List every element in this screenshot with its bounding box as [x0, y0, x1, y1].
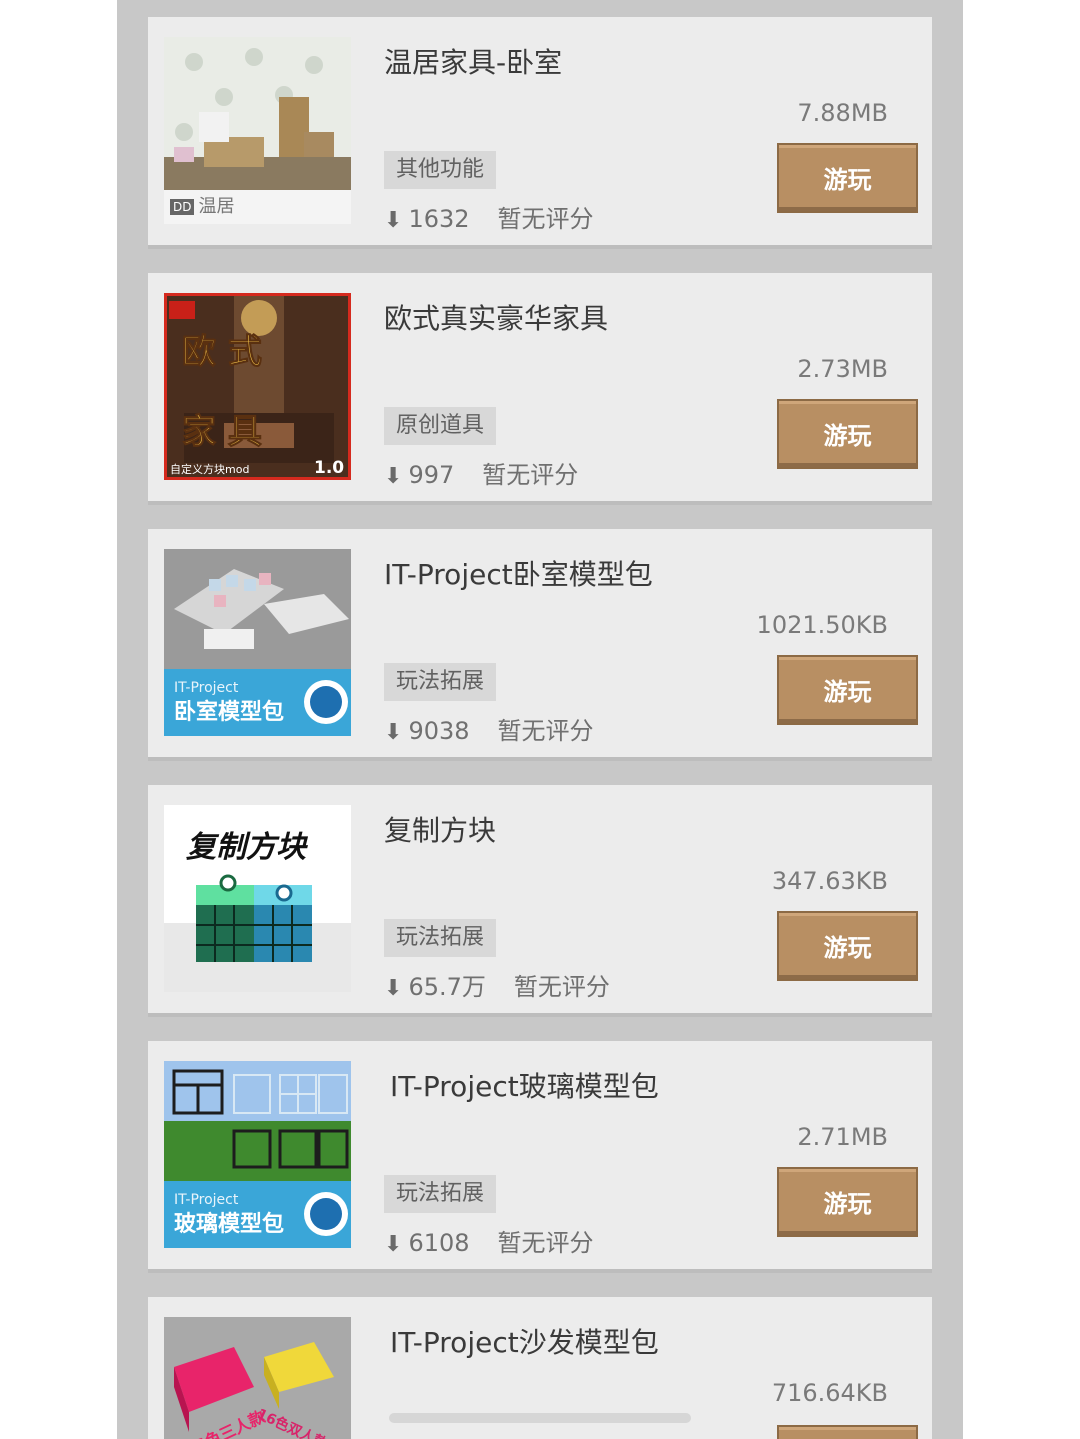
- category-tag: 玩法拓展: [384, 919, 497, 957]
- list-item[interactable]: DD 温居 温居家具-卧室 7.88MB 其他功能 ⬇ 1632 暂无评分 游玩: [148, 17, 932, 249]
- mod-stats: ⬇ 65.7万 暂无评分: [384, 967, 610, 1002]
- mod-stats: ⬇ 1632 暂无评分: [384, 199, 594, 234]
- horizontal-scrollbar[interactable]: [389, 1413, 691, 1423]
- thumb-label: 玻璃模型包: [174, 1211, 284, 1237]
- download-count: 9038: [408, 717, 470, 745]
- mod-size: 2.71MB: [797, 1123, 888, 1151]
- mod-size: 716.64KB: [771, 1379, 888, 1407]
- list-item[interactable]: 复制方块 复制方块 347.63KB 玩法拓展 ⬇ 65.7万 暂无评分 游玩: [148, 785, 932, 1017]
- sofa-model-pack-image: 16色三人款 16色双人款: [164, 1317, 351, 1439]
- thumb-text-bottom: 家 具: [182, 412, 262, 452]
- thumb-label: 复制方块: [186, 830, 309, 865]
- european-furniture-image: 欧 式 家 具 自定义方块mod 1.0: [164, 293, 351, 480]
- mod-stats: ⬇ 6108 暂无评分: [384, 1223, 594, 1258]
- download-count: 65.7万: [408, 973, 486, 1001]
- rating-text: 暂无评分: [513, 973, 610, 1001]
- download-count: 1632: [408, 205, 470, 233]
- play-button[interactable]: 游玩: [777, 399, 918, 469]
- mod-title: 欧式真实豪华家具: [384, 302, 609, 335]
- play-button[interactable]: [777, 1425, 918, 1439]
- rating-text: 暂无评分: [497, 717, 594, 745]
- mod-thumbnail: 复制方块: [164, 805, 351, 992]
- mod-thumbnail: IT-Project 玻璃模型包: [164, 1061, 351, 1248]
- category-tag: 玩法拓展: [384, 1175, 497, 1213]
- mod-title: 温居家具-卧室: [384, 46, 563, 79]
- mod-title: IT-Project玻璃模型包: [390, 1070, 659, 1103]
- category-tag: 其他功能: [384, 151, 497, 189]
- mod-title: 复制方块: [384, 814, 497, 847]
- category-tag: 玩法拓展: [384, 663, 497, 701]
- copy-block-image: 复制方块: [164, 805, 351, 992]
- thumb-version: 1.0: [314, 458, 344, 478]
- download-count: 6108: [408, 1229, 470, 1257]
- mod-title: IT-Project沙发模型包: [390, 1326, 659, 1359]
- download-arrow-icon: ⬇: [384, 720, 403, 745]
- download-arrow-icon: ⬇: [384, 208, 403, 233]
- rating-text: 暂无评分: [497, 1229, 594, 1257]
- thumb-caption-text: 温居: [198, 196, 235, 217]
- mod-size: 1021.50KB: [756, 611, 888, 639]
- list-item[interactable]: IT-Project 卧室模型包 IT-Project卧室模型包 1021.50…: [148, 529, 932, 761]
- rating-text: 暂无评分: [482, 461, 579, 489]
- play-button[interactable]: 游玩: [777, 143, 918, 213]
- thumb-subtitle: 自定义方块mod: [170, 462, 249, 476]
- thumb-brand: IT-Project: [174, 1192, 239, 1208]
- list-item[interactable]: IT-Project 玻璃模型包 IT-Project玻璃模型包 2.71MB …: [148, 1041, 932, 1273]
- thumb-text-top: 欧 式: [182, 332, 262, 372]
- mod-list-panel: DD 温居 温居家具-卧室 7.88MB 其他功能 ⬇ 1632 暂无评分 游玩 欧 …: [117, 0, 963, 1439]
- download-arrow-icon: ⬇: [384, 464, 403, 489]
- play-button[interactable]: 游玩: [777, 1167, 918, 1237]
- mod-size: 7.88MB: [797, 99, 888, 127]
- mod-size: 347.63KB: [771, 867, 888, 895]
- rating-text: 暂无评分: [497, 205, 594, 233]
- download-arrow-icon: ⬇: [384, 1232, 403, 1257]
- mod-stats: ⬇ 9038 暂无评分: [384, 711, 594, 746]
- glass-model-pack-image: IT-Project 玻璃模型包: [164, 1061, 351, 1248]
- play-button[interactable]: 游玩: [777, 911, 918, 981]
- mod-thumbnail: 16色三人款 16色双人款: [164, 1317, 351, 1439]
- mod-thumbnail: 欧 式 家 具 自定义方块mod 1.0: [164, 293, 351, 480]
- download-count: 997: [408, 461, 455, 489]
- mod-stats: ⬇ 997 暂无评分: [384, 455, 578, 490]
- category-tag: 原创道具: [384, 407, 497, 445]
- thumb-badge: DD: [170, 199, 195, 215]
- thumb-caption: DD 温居: [164, 190, 351, 224]
- bedroom-model-pack-image: IT-Project 卧室模型包: [164, 549, 351, 736]
- thumb-brand: IT-Project: [174, 680, 239, 696]
- mod-title: IT-Project卧室模型包: [384, 558, 653, 591]
- mod-thumbnail: IT-Project 卧室模型包: [164, 549, 351, 736]
- play-button[interactable]: 游玩: [777, 655, 918, 725]
- thumb-label: 卧室模型包: [174, 699, 284, 725]
- mod-size: 2.73MB: [797, 355, 888, 383]
- download-arrow-icon: ⬇: [384, 976, 403, 1001]
- list-item[interactable]: 欧 式 家 具 自定义方块mod 1.0 欧式真实豪华家具 2.73MB 原创道…: [148, 273, 932, 505]
- mod-thumbnail: DD 温居: [164, 37, 351, 224]
